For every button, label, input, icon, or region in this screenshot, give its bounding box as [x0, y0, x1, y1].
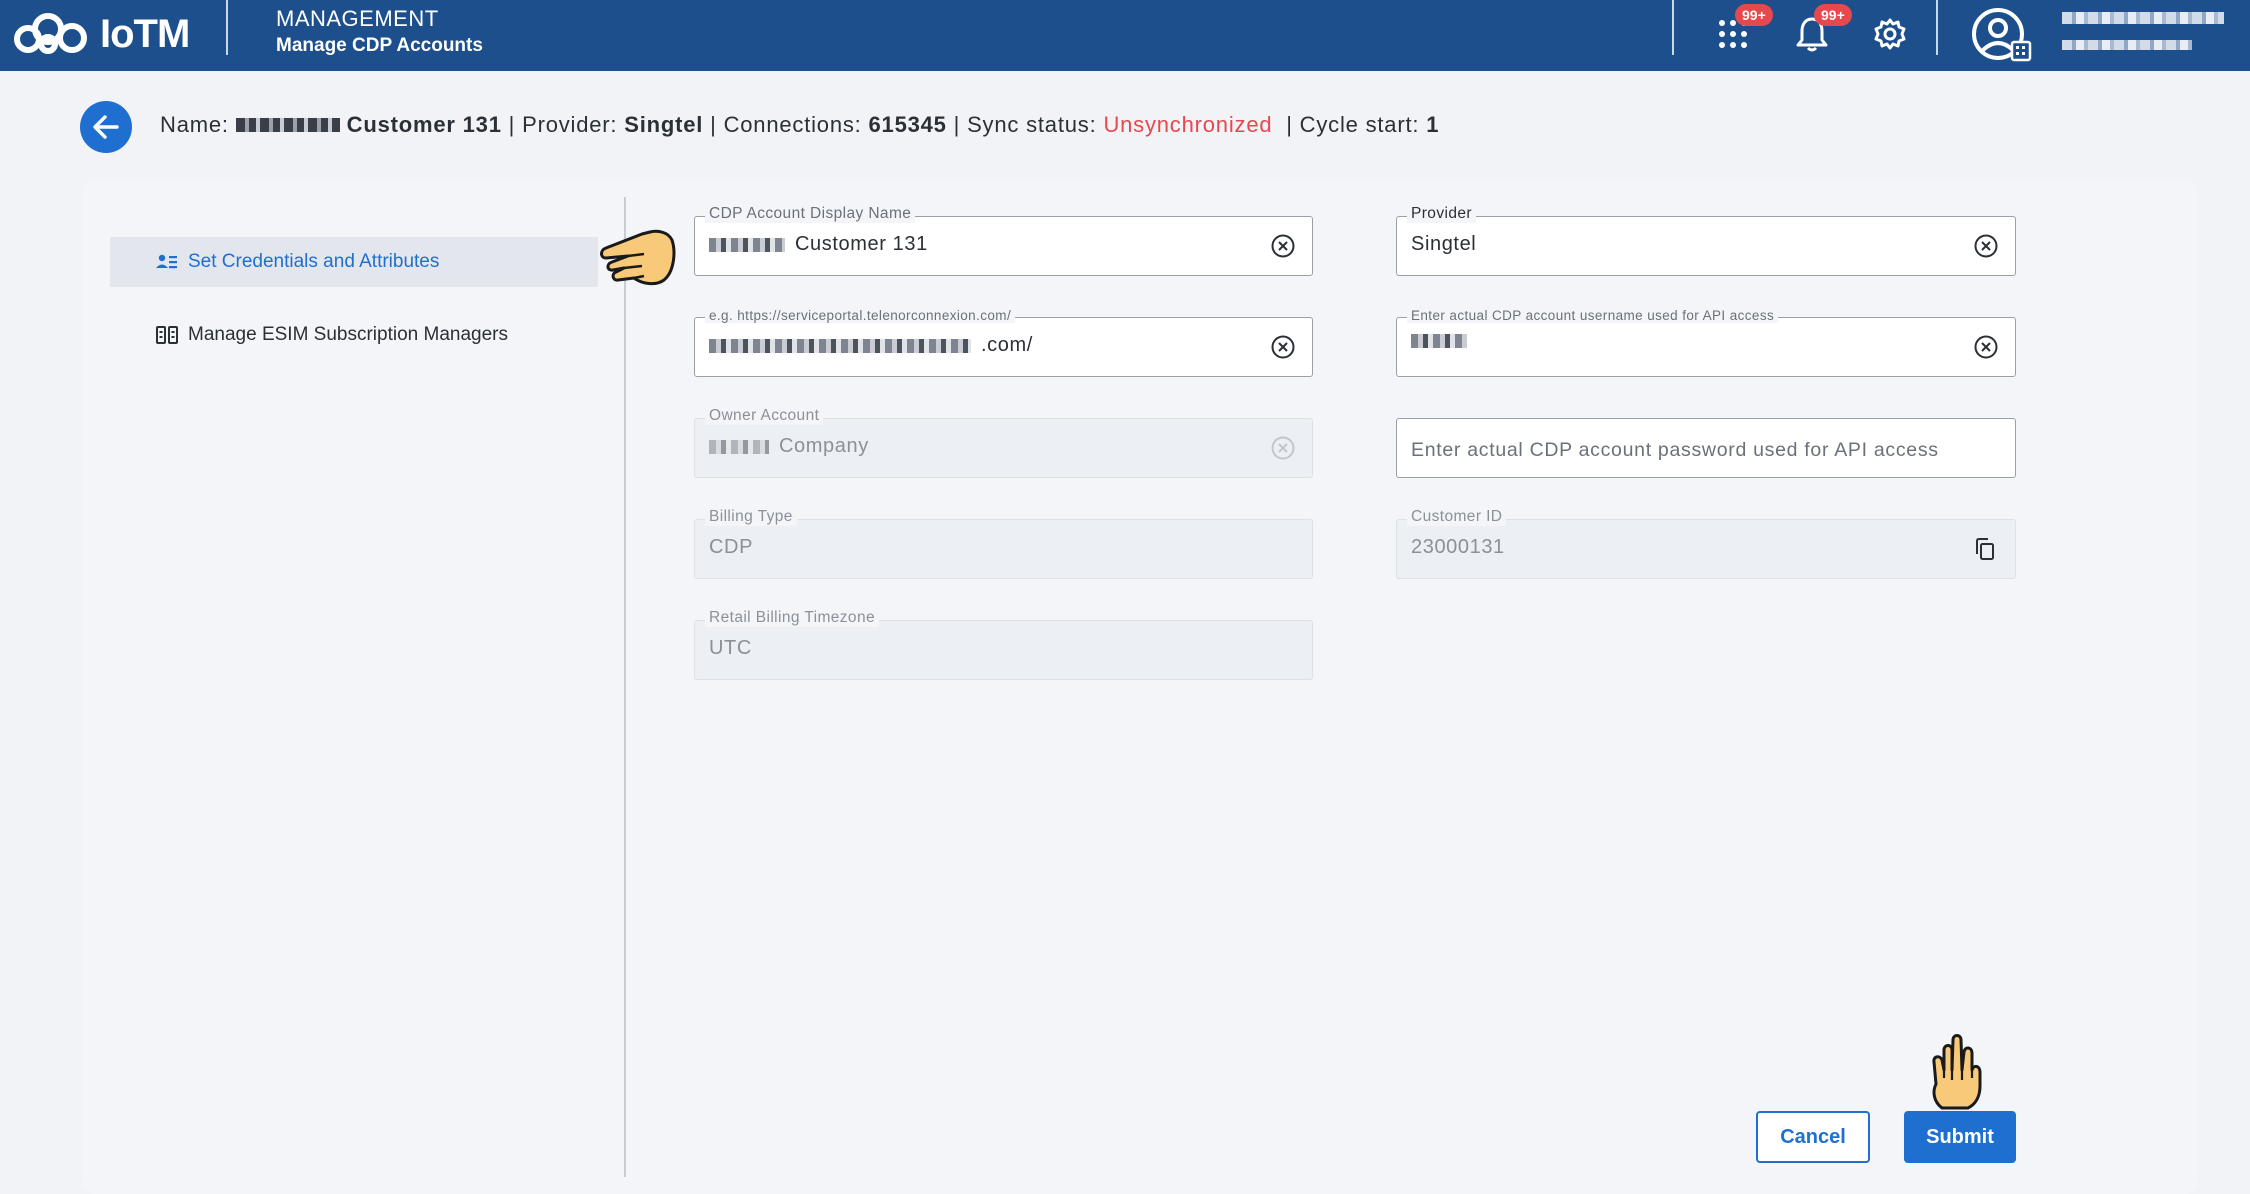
user-list-icon — [156, 254, 177, 269]
redacted-text — [709, 439, 769, 454]
field-label: Billing Type — [705, 508, 797, 526]
field-value-wrap: .com/ — [709, 334, 1033, 357]
separator: | — [1286, 112, 1293, 137]
clear-icon — [1271, 436, 1295, 460]
cycle-value: 1 — [1426, 112, 1440, 137]
sidebar-item-esim-managers[interactable]: Manage ESIM Subscription Managers — [110, 310, 598, 360]
top-header: IoTM MANAGEMENT Manage CDP Accounts 99+ … — [0, 0, 2250, 71]
header-section-title: MANAGEMENT — [276, 6, 439, 31]
back-button[interactable] — [80, 101, 132, 153]
cloud-logo-icon — [14, 13, 87, 54]
field-label: Provider — [1407, 205, 1476, 223]
app-logo[interactable]: IoTM — [10, 8, 190, 60]
account-summary: Name: Customer 131 | Provider: Singtel |… — [160, 112, 1439, 138]
user-account-icon — [1972, 8, 2032, 62]
field-value-wrap: Customer 131 — [709, 233, 928, 256]
user-role-redacted — [2062, 40, 2192, 50]
sync-label: Sync status: — [967, 112, 1097, 137]
notifications-badge: 99+ — [1814, 4, 1852, 26]
separator: | — [508, 112, 516, 137]
field-value-wrap — [1411, 334, 1477, 348]
header-divider — [1936, 0, 1938, 55]
redacted-text — [709, 338, 971, 353]
sidebar-item-credentials[interactable]: Set Credentials and Attributes — [110, 237, 598, 287]
notifications-button[interactable]: 99+ — [1792, 4, 1852, 54]
api-username-field[interactable]: Enter actual CDP account username used f… — [1396, 308, 2016, 377]
user-avatar[interactable] — [1970, 6, 2032, 64]
apps-grid-button[interactable]: 99+ — [1713, 4, 1773, 54]
field-label: Enter actual CDP account username used f… — [1407, 308, 1779, 323]
cycle-label: Cycle start: — [1299, 112, 1420, 137]
separator: | — [710, 112, 717, 137]
display-name-field[interactable]: CDP Account Display Name Customer 131 — [694, 205, 1313, 276]
field-label: Retail Billing Timezone — [705, 609, 879, 627]
billing-type-field: Billing Type CDP — [694, 508, 1313, 579]
timezone-value: UTC — [709, 637, 752, 659]
field-label: e.g. https://serviceportal.telenorconnex… — [705, 308, 1016, 323]
sync-status-value: Unsynchronized — [1103, 112, 1273, 137]
clear-icon[interactable] — [1973, 233, 1999, 259]
header-page-title: Manage CDP Accounts — [276, 35, 483, 56]
clear-icon[interactable] — [1270, 334, 1296, 360]
password-placeholder: Enter actual CDP account password used f… — [1411, 439, 1939, 461]
name-redacted — [235, 118, 340, 132]
api-url-field[interactable]: e.g. https://serviceportal.telenorconnex… — [694, 308, 1313, 377]
api-url-value: .com/ — [981, 334, 1033, 356]
gear-icon — [1874, 18, 1906, 50]
sim-cards-icon — [156, 326, 178, 344]
redacted-text — [1411, 334, 1467, 348]
cancel-button[interactable]: Cancel — [1756, 1111, 1870, 1163]
header-divider — [1672, 0, 1674, 55]
owner-account-value: Company — [779, 435, 869, 457]
api-password-field[interactable]: Enter actual CDP account password used f… — [1396, 418, 2016, 478]
copy-icon[interactable] — [1973, 537, 1997, 561]
display-name-value: Customer 131 — [795, 233, 928, 255]
pointing-hand-down-icon — [1932, 1034, 1982, 1110]
provider-label: Provider: — [522, 112, 618, 137]
customer-id-value: 23000131 — [1411, 536, 1505, 558]
settings-button[interactable] — [1870, 14, 1910, 54]
apps-badge: 99+ — [1735, 4, 1773, 26]
name-label: Name: — [160, 112, 229, 137]
owner-account-field: Owner Account Company — [694, 407, 1313, 478]
separator: | — [953, 112, 961, 137]
provider-value: Singtel — [624, 112, 704, 137]
sidebar-divider — [624, 197, 626, 1177]
header-divider — [226, 0, 228, 55]
customer-id-field: Customer ID 23000131 — [1396, 508, 2016, 579]
provider-field[interactable]: Provider Singtel — [1396, 205, 2016, 276]
field-label: Owner Account — [705, 407, 824, 425]
field-label: Customer ID — [1407, 508, 1507, 526]
clear-icon[interactable] — [1270, 233, 1296, 259]
redacted-text — [709, 237, 785, 252]
field-value-wrap: Company — [709, 435, 869, 458]
submit-button[interactable]: Submit — [1904, 1111, 2016, 1163]
provider-value: Singtel — [1411, 233, 1477, 255]
sidebar-item-label: Set Credentials and Attributes — [188, 251, 440, 272]
pointing-hand-left-icon — [600, 229, 676, 286]
retail-billing-timezone-field: Retail Billing Timezone UTC — [694, 609, 1313, 680]
arrow-left-icon — [93, 115, 119, 139]
sidebar-item-label: Manage ESIM Subscription Managers — [188, 324, 508, 345]
field-label: CDP Account Display Name — [705, 205, 916, 223]
connections-label: Connections: — [723, 112, 862, 137]
connections-value: 615345 — [868, 112, 947, 137]
logo-text: IoTM — [100, 11, 190, 56]
name-value: Customer 131 — [346, 112, 502, 137]
clear-icon[interactable] — [1973, 334, 1999, 360]
billing-type-value: CDP — [709, 536, 754, 558]
user-name-redacted — [2062, 12, 2224, 24]
